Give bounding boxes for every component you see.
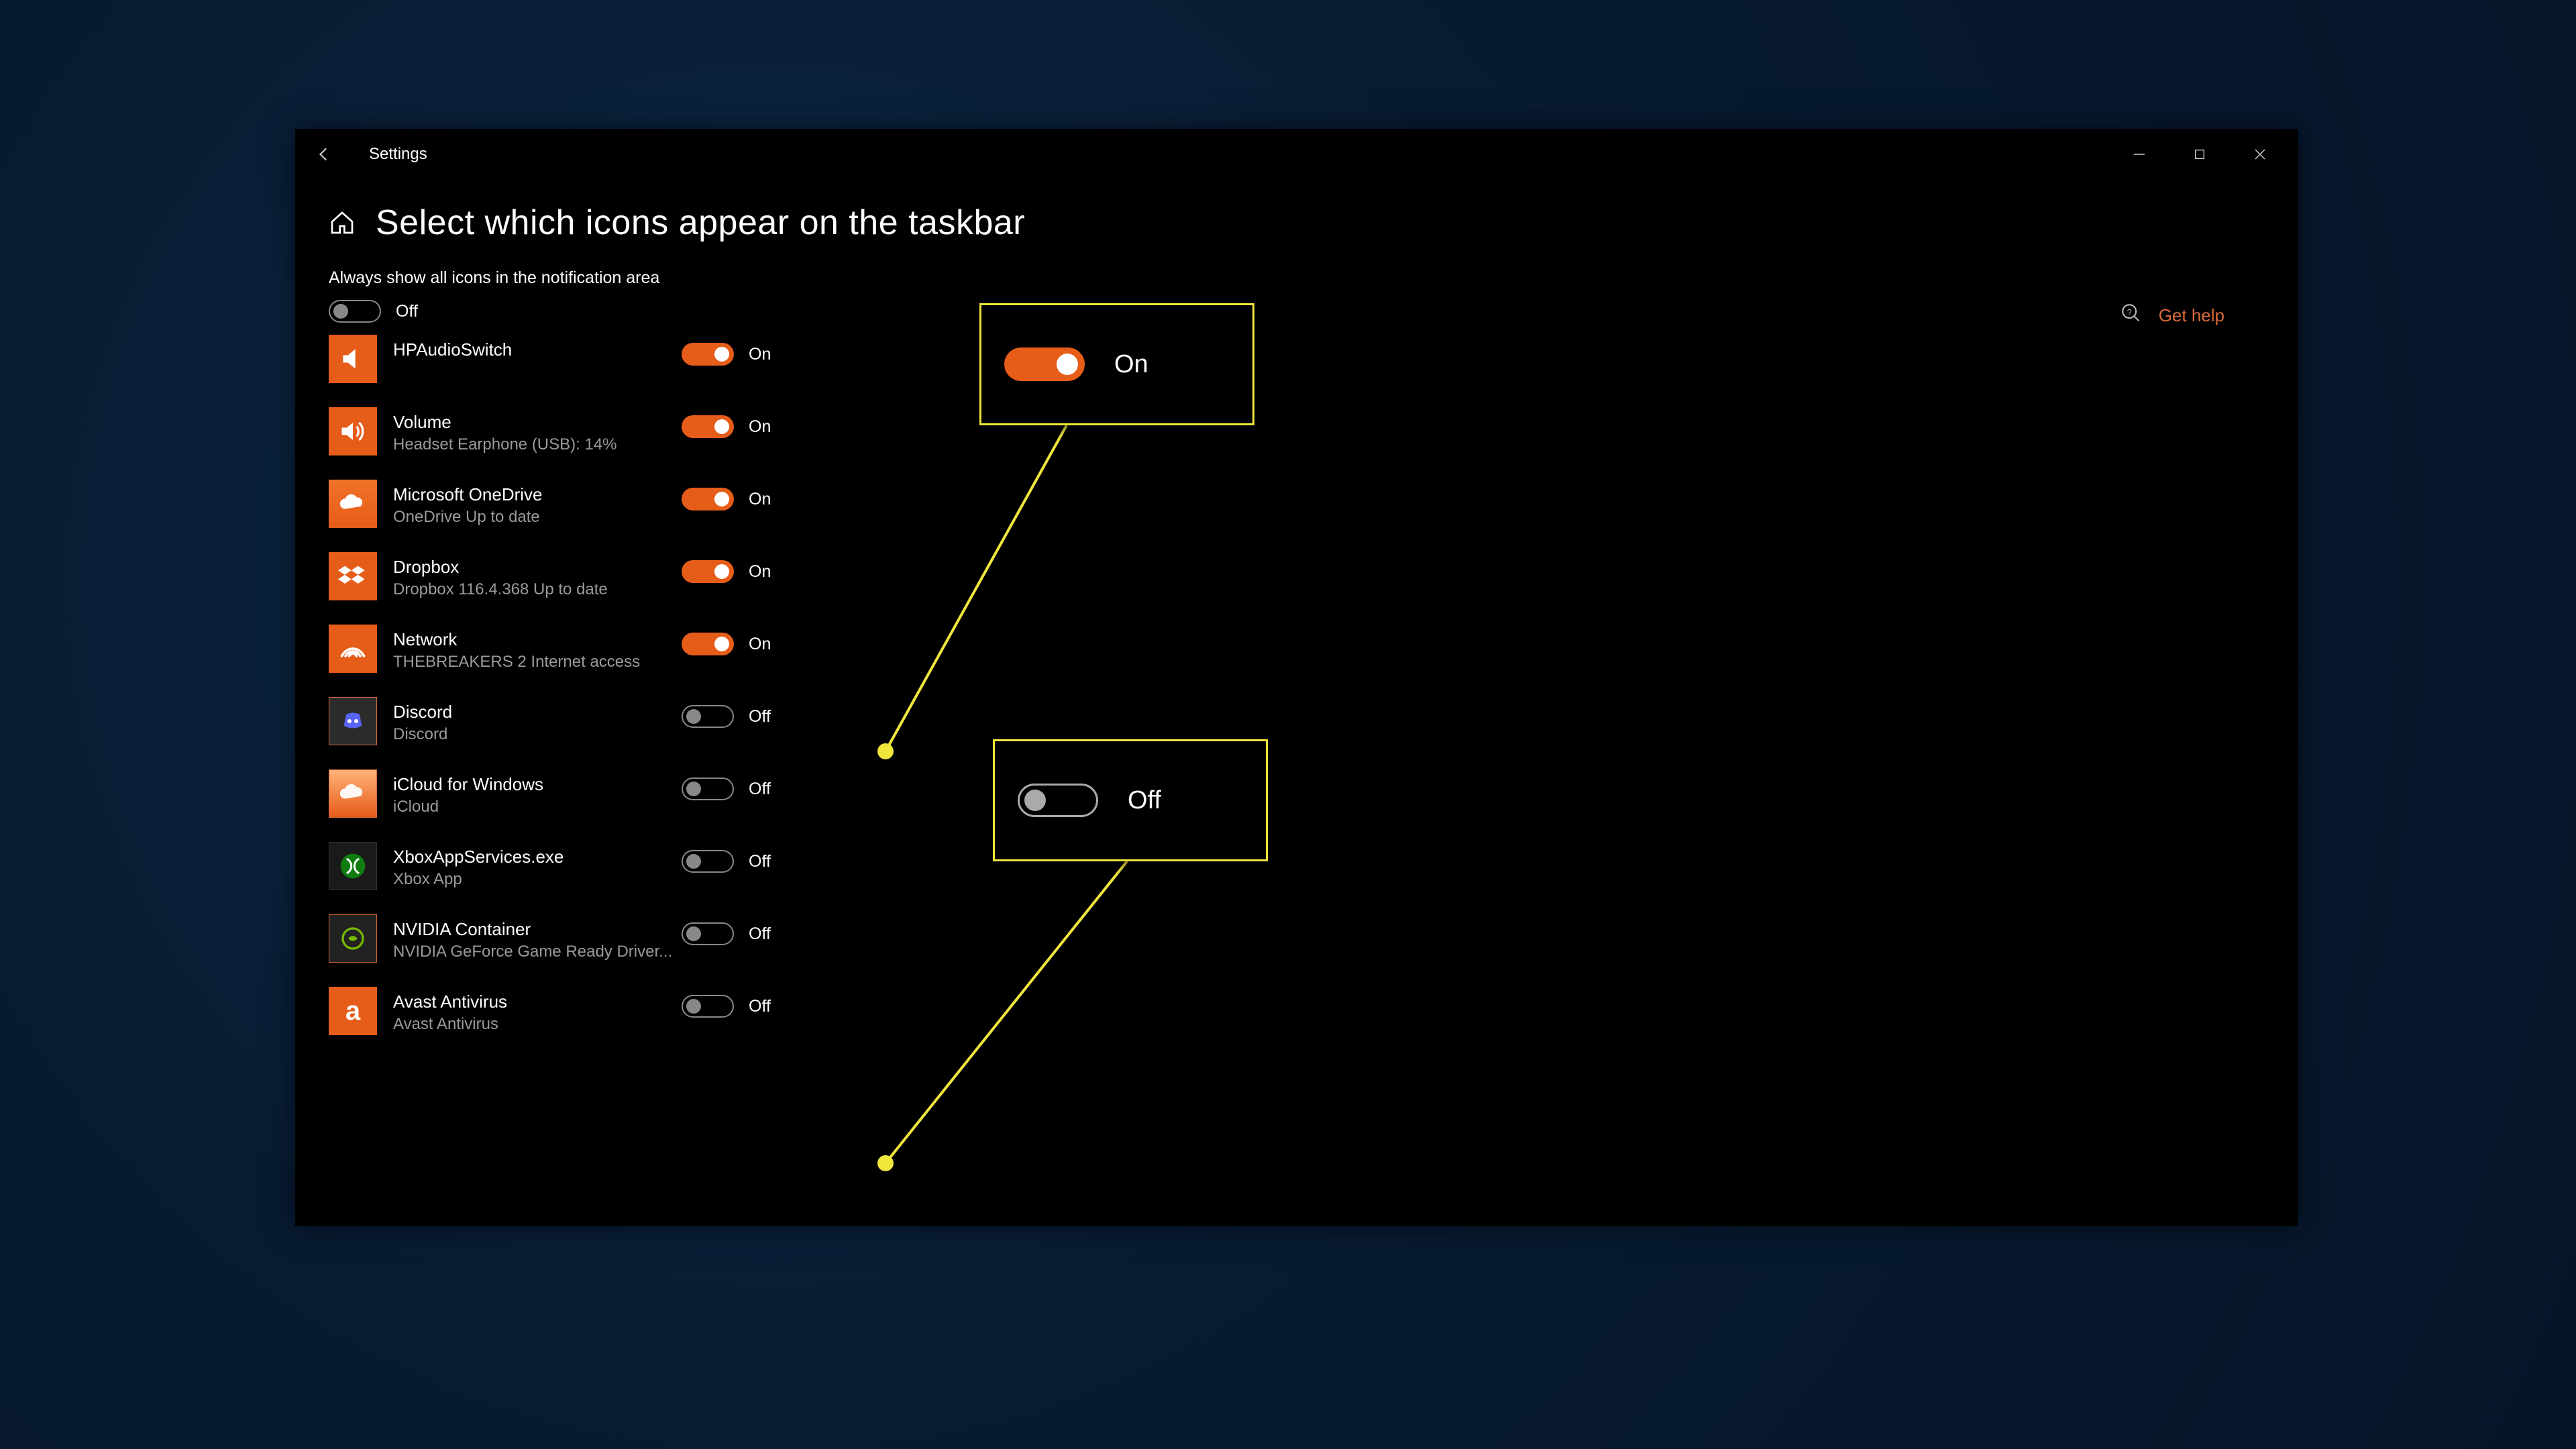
item-toggle[interactable] — [682, 850, 734, 873]
onedrive-icon — [329, 480, 377, 528]
item-toggle[interactable] — [682, 415, 734, 438]
item-sub: Avast Antivirus — [393, 1014, 682, 1034]
callout-on-toggle — [1004, 347, 1085, 381]
callout-off-label: Off — [1128, 786, 1161, 815]
item-sub: Dropbox 116.4.368 Up to date — [393, 579, 682, 600]
item-toggle[interactable] — [682, 488, 734, 511]
side-panel: ? Get help — [2120, 302, 2224, 329]
item-sub: THEBREAKERS 2 Internet access — [393, 651, 682, 672]
svg-text:?: ? — [2127, 307, 2131, 317]
item-state: Off — [749, 997, 771, 1016]
list-item: HPAudioSwitch On — [329, 335, 906, 383]
list-item: Volume Headset Earphone (USB): 14% On — [329, 407, 906, 455]
icloud-icon — [329, 769, 377, 818]
item-toggle[interactable] — [682, 705, 734, 728]
back-arrow-icon — [316, 146, 333, 163]
discord-icon — [329, 697, 377, 745]
xbox-icon — [329, 842, 377, 890]
list-item: iCloud for Windows iCloud Off — [329, 769, 906, 818]
item-state: On — [749, 635, 771, 654]
always-show-label: Always show all icons in the notificatio… — [329, 268, 906, 288]
item-toggle[interactable] — [682, 995, 734, 1018]
item-sub: iCloud — [393, 796, 682, 817]
item-sub: Discord — [393, 724, 682, 745]
network-icon — [329, 625, 377, 673]
item-name: Network — [393, 629, 682, 651]
settings-window: Settings Select which icons appear on th… — [295, 129, 2298, 1226]
list-item: Microsoft OneDrive OneDrive Up to date O… — [329, 480, 906, 528]
item-sub: Xbox App — [393, 869, 682, 890]
volume-icon — [329, 407, 377, 455]
item-state: On — [749, 345, 771, 364]
maximize-icon — [2194, 148, 2206, 160]
item-toggle[interactable] — [682, 633, 734, 655]
item-name: XboxAppServices.exe — [393, 846, 682, 869]
item-name: Volume — [393, 411, 682, 434]
avast-icon: a — [329, 987, 377, 1035]
hpaudioswitch-icon — [329, 335, 377, 383]
close-icon — [2253, 148, 2267, 161]
callout-off-toggle — [1018, 784, 1098, 817]
item-name: Discord — [393, 701, 682, 724]
item-state: On — [749, 562, 771, 582]
get-help-link[interactable]: Get help — [2159, 305, 2224, 326]
item-sub: OneDrive Up to date — [393, 506, 682, 527]
item-sub: Headset Earphone (USB): 14% — [393, 434, 682, 455]
callout-on-label: On — [1114, 350, 1148, 379]
item-state: Off — [749, 707, 771, 727]
list-item: Dropbox Dropbox 116.4.368 Up to date On — [329, 552, 906, 600]
item-state: Off — [749, 852, 771, 871]
callout-on: On — [979, 303, 1254, 425]
item-state: On — [749, 417, 771, 437]
back-button[interactable] — [307, 137, 342, 172]
item-name: NVIDIA Container — [393, 918, 682, 941]
help-icon: ? — [2120, 302, 2143, 329]
item-state: Off — [749, 924, 771, 944]
item-toggle[interactable] — [682, 777, 734, 800]
item-name: HPAudioSwitch — [393, 339, 682, 362]
item-state: Off — [749, 780, 771, 799]
item-name: Avast Antivirus — [393, 991, 682, 1014]
always-show-state: Off — [396, 302, 418, 321]
callout-off: Off — [993, 739, 1268, 861]
page-title: Select which icons appear on the taskbar — [376, 203, 1025, 243]
page-header: Select which icons appear on the taskbar — [329, 203, 2298, 243]
list-item: Discord Discord Off — [329, 697, 906, 745]
item-toggle[interactable] — [682, 560, 734, 583]
dropbox-icon — [329, 552, 377, 600]
list-item: XboxAppServices.exe Xbox App Off — [329, 842, 906, 890]
item-name: Dropbox — [393, 556, 682, 579]
titlebar: Settings — [295, 129, 2298, 180]
nvidia-icon — [329, 914, 377, 963]
always-show-toggle[interactable] — [329, 300, 381, 323]
home-icon[interactable] — [329, 209, 356, 236]
item-name: iCloud for Windows — [393, 773, 682, 796]
item-name: Microsoft OneDrive — [393, 484, 682, 506]
window-title: Settings — [369, 145, 427, 164]
maximize-button[interactable] — [2169, 134, 2230, 174]
minimize-icon — [2133, 148, 2146, 161]
item-toggle[interactable] — [682, 922, 734, 945]
list-item: Network THEBREAKERS 2 Internet access On — [329, 625, 906, 673]
close-button[interactable] — [2230, 134, 2290, 174]
minimize-button[interactable] — [2109, 134, 2169, 174]
item-state: On — [749, 490, 771, 509]
list-item: a Avast Antivirus Avast Antivirus Off — [329, 987, 906, 1035]
list-item: NVIDIA Container NVIDIA GeForce Game Rea… — [329, 914, 906, 963]
item-toggle[interactable] — [682, 343, 734, 366]
item-sub: NVIDIA GeForce Game Ready Driver... — [393, 941, 682, 962]
